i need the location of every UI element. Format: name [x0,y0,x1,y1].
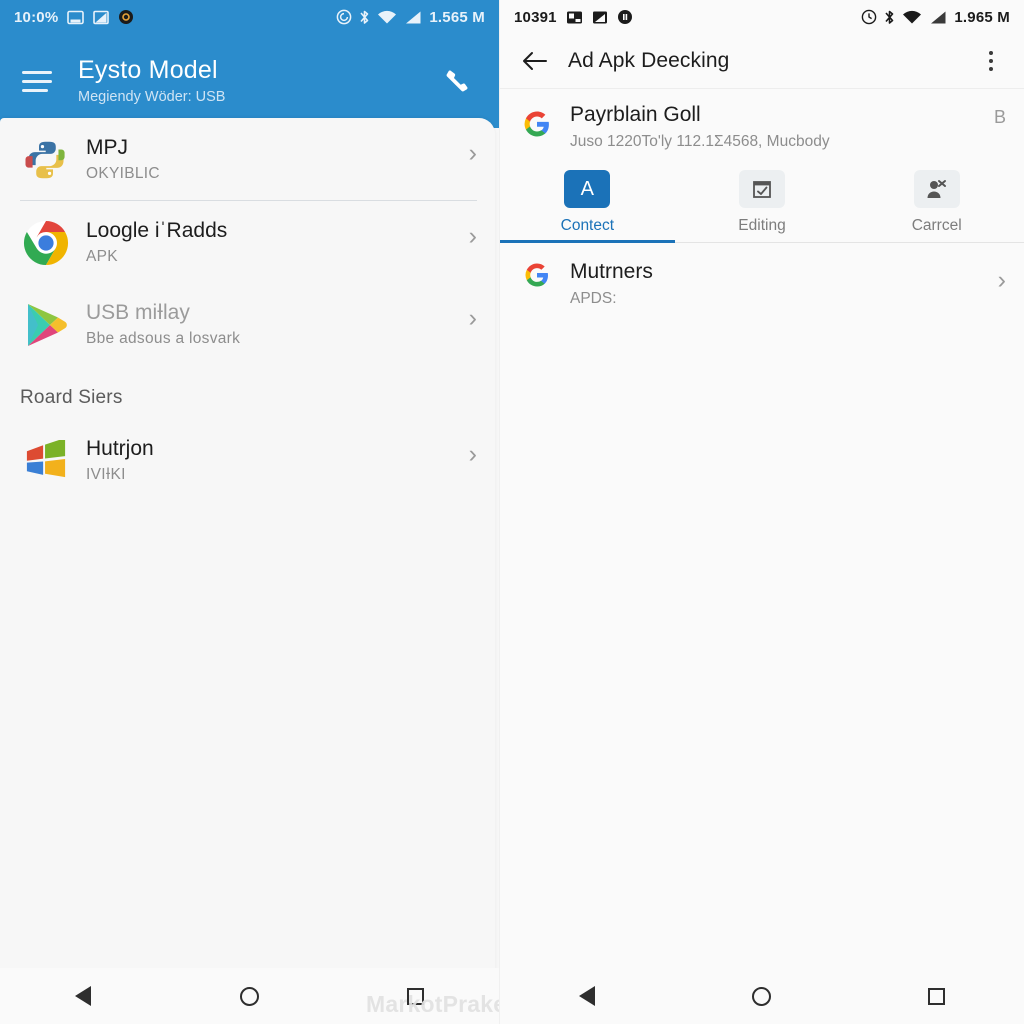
list-item-title: Loogle iˈRadds [86,219,228,242]
list-item-title: Hutrjon [86,437,154,460]
wifi-icon [902,10,922,25]
list-item-subtitle: Bbe adsous a losvark [86,330,241,347]
list-item-text: MPJ OKYIBLIC [86,132,469,185]
record-icon [118,9,134,25]
chevron-right-icon[interactable]: › [469,224,477,249]
battery-percent-label: 10391 [514,8,557,26]
phone-icon[interactable] [437,61,477,101]
page-title: Eysto Model [78,55,218,84]
list-item-subtitle: OKYIBLIC [86,165,160,182]
list-item-title: Mutrners [570,260,653,283]
list-item-title: USB miƗlay [86,301,190,324]
list-item[interactable]: Hutrjon IVIƗKI › [0,419,495,501]
list-item[interactable]: Loogle iˈRadds APK › [0,201,495,283]
list-item-text: Hutrjon IVIƗKI [86,433,469,486]
list-item[interactable]: USB miƗlay Bbe adsous a losvark › [0,283,495,365]
contact-text: Payrblain Goll Juso 1220Toʹly 112.1Ʃ4568… [570,101,994,154]
google-logo-icon [520,263,554,287]
status-badge: B [993,107,1006,127]
left-navigation-bar [0,968,499,1024]
list-item-text: Loogle iˈRadds APK [86,215,469,268]
hamburger-icon[interactable] [22,70,56,92]
list-item-subtitle: APK [86,248,118,265]
tab-active-indicator [500,240,675,243]
tab-bar: A Contect Editing Carrcel [500,166,1024,243]
right-phone-panel: 10391 1.965 M Ad Apk Deecking Payrblain … [499,0,1024,1024]
left-content-card: MPJ OKYIBLIC › Loogle iˈRadds APK › USB … [0,118,495,1024]
account-letter-icon: A [564,170,611,208]
tab-contect[interactable]: A Contect [500,166,675,243]
left-app-bar: Eysto Model Megiendy Wöder: USB [0,34,499,128]
person-cancel-icon [913,170,960,208]
bluetooth-icon [884,9,895,26]
list-item[interactable]: Mutrners APDS: › [500,243,1024,326]
chrome-logo-icon [20,217,72,269]
network-speed-label: 1.565 M [429,8,485,26]
signal-icon [929,10,947,25]
right-app-bar: Ad Apk Deecking [500,34,1024,88]
list-item-text: USB miƗlay Bbe adsous a losvark [86,297,469,350]
section-header: Roard Siers [20,387,123,408]
list-item-subtitle: APDS: [570,290,617,307]
battery-percent-label: 10:0% [14,8,59,26]
sync-icon [336,9,352,25]
home-circle-icon[interactable] [221,973,277,1019]
left-status-bar: 10:0% 1.565 M [0,0,499,34]
chevron-right-icon[interactable]: › [469,306,477,331]
tab-editing[interactable]: Editing [675,166,850,243]
more-vertical-icon[interactable] [976,44,1006,78]
inbox-icon [566,10,583,25]
record-icon [617,9,633,25]
page-title: Ad Apk Deecking [568,49,730,72]
chevron-right-icon[interactable]: › [998,268,1006,293]
left-phone-panel: 10:0% 1.565 M Eysto Model Megiendy Wöder… [0,0,499,1024]
back-triangle-icon[interactable] [55,973,111,1019]
tab-label: Editing [738,217,786,234]
recents-square-icon[interactable] [388,973,444,1019]
list-item-title: MPJ [86,136,128,159]
tab-carrcel[interactable]: Carrcel [849,166,1024,243]
right-status-bar: 10391 1.965 M [500,0,1024,34]
dual-phone-screenshot: 10:0% 1.565 M Eysto Model Megiendy Wöder… [0,0,1024,1024]
contact-address: Juso 1220Toʹly 112.1Ʃ4568, Mucbody [570,133,830,150]
recents-square-icon[interactable] [909,973,965,1019]
signal-icon [404,10,422,25]
list-item-subtitle: IVIƗKI [86,466,126,483]
list-item-text: Mutrners APDS: [570,259,998,310]
python-logo-icon [20,134,72,186]
google-logo-icon [520,111,554,137]
contact-name: Payrblain Goll [570,103,701,126]
contact-block: Payrblain Goll Juso 1220Toʹly 112.1Ʃ4568… [500,89,1024,326]
list-item[interactable]: MPJ OKYIBLIC › [0,118,495,200]
inbox-icon [67,10,85,25]
tab-label: Carrcel [911,217,962,234]
play-store-logo-icon [20,299,72,351]
save-icon [93,10,110,25]
chevron-right-icon[interactable]: › [469,442,477,467]
tab-label: Contect [560,217,615,234]
back-arrow-icon[interactable] [518,44,552,78]
back-triangle-icon[interactable] [559,973,615,1019]
page-subtitle: Megiendy Wöder: USB [78,88,226,105]
left-appbar-titles: Eysto Model Megiendy Wöder: USB [78,55,437,108]
save-icon [592,10,608,25]
sync-icon [861,9,877,25]
right-navigation-bar [500,968,1024,1024]
contact-row[interactable]: Payrblain Goll Juso 1220Toʹly 112.1Ʃ4568… [500,89,1024,158]
bluetooth-icon [359,9,370,26]
wifi-icon [377,10,397,25]
chevron-right-icon[interactable]: › [469,141,477,166]
network-speed-label: 1.965 M [954,8,1010,26]
home-circle-icon[interactable] [734,973,790,1019]
windows-logo-icon [20,435,72,487]
calendar-edit-icon [739,170,785,208]
